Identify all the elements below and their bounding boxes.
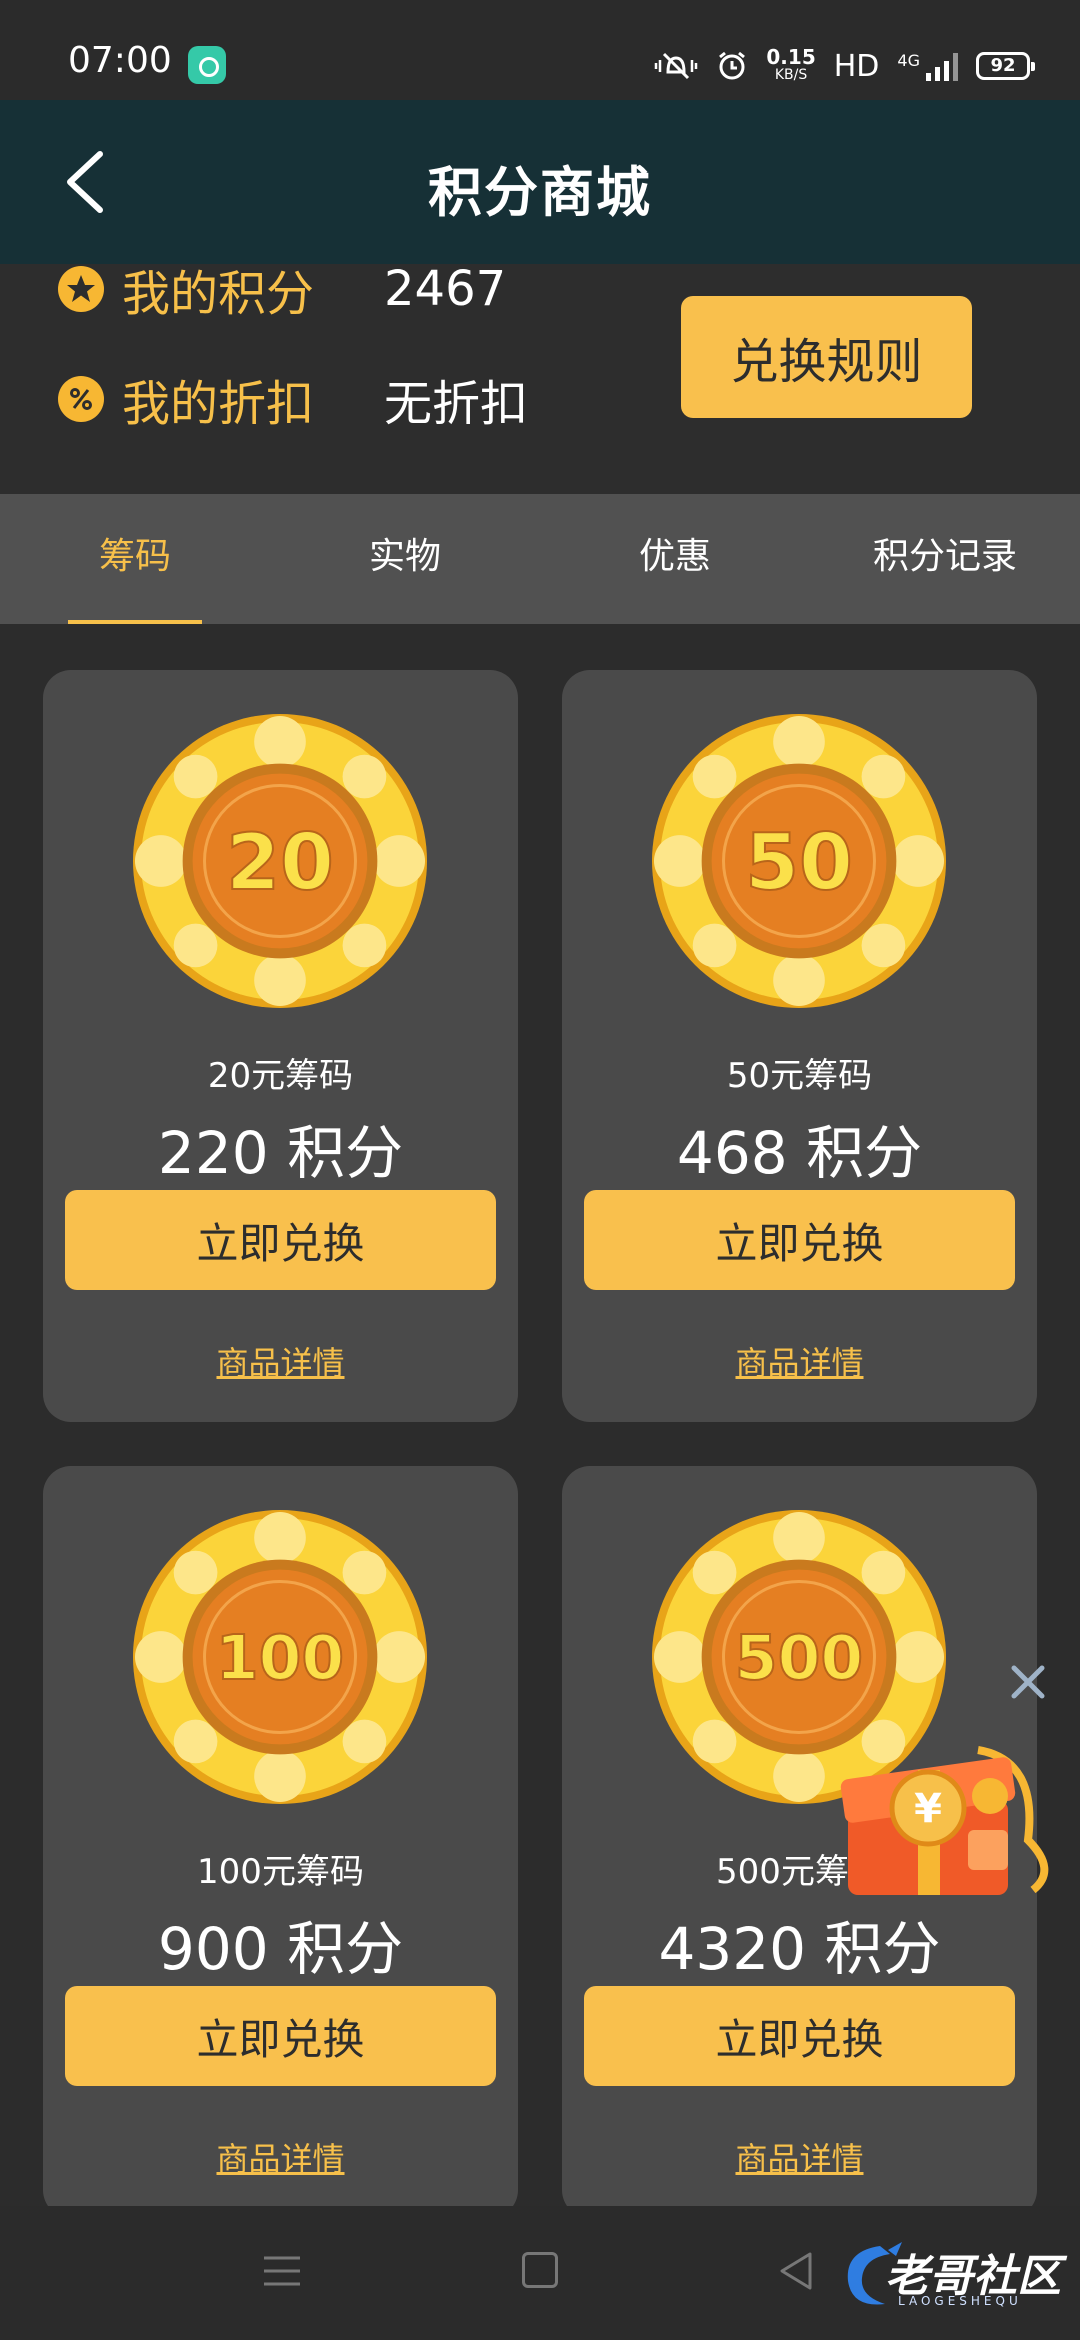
my-discount-value: 无折扣	[384, 376, 529, 432]
app-notification-icon	[188, 46, 226, 84]
tab-physical[interactable]: 实物	[270, 494, 540, 624]
star-icon	[58, 266, 104, 312]
network-speed-value: 0.15	[766, 45, 816, 69]
product-name: 50元筹码	[726, 1056, 873, 1096]
product-details-link[interactable]: 商品详情	[43, 2134, 518, 2180]
redeem-button[interactable]: 立即兑换	[584, 1190, 1015, 1290]
product-card: 50 50元筹码 468 积分 立即兑换 商品详情	[562, 670, 1037, 1422]
product-name: 100元筹码	[197, 1852, 364, 1892]
chip-value: 500	[735, 1622, 864, 1694]
points-summary: 我的积分 2467 我的折扣 无折扣 兑换规则	[0, 261, 1080, 494]
redeem-button[interactable]: 立即兑换	[584, 1986, 1015, 2086]
product-details-link[interactable]: 商品详情	[43, 1338, 518, 1384]
page-title: 积分商城	[428, 161, 652, 224]
my-discount-label: 我的折扣	[122, 376, 315, 432]
battery-icon: 92	[976, 52, 1035, 80]
chip-coin-icon: 50	[651, 713, 947, 1009]
product-price: 900 积分	[157, 1915, 404, 1983]
tab-chips[interactable]: 筹码	[0, 494, 270, 624]
my-points-row: 我的积分 2467	[58, 261, 507, 322]
menu-icon[interactable]	[262, 2254, 302, 2288]
category-tabs: 筹码 实物 优惠 积分记录	[0, 494, 1080, 624]
product-name: 20元筹码	[207, 1056, 354, 1096]
signal-icon: 4G	[897, 51, 958, 81]
watermark-subtext: LAOGESHEQU	[898, 2294, 1022, 2308]
chip-value: 50	[745, 818, 853, 908]
my-points-value: 2467	[384, 261, 507, 317]
my-points-label: 我的积分	[122, 266, 315, 322]
status-time: 07:00	[68, 40, 172, 81]
redeem-button[interactable]: 立即兑换	[65, 1986, 496, 2086]
alarm-icon	[719, 51, 746, 80]
home-icon[interactable]	[522, 2252, 558, 2288]
discount-badge-icon	[58, 376, 104, 422]
status-icons: 0.15 KB/S HD 4G 92	[654, 44, 1035, 88]
svg-text:¥: ¥	[914, 1786, 942, 1832]
status-bar: 07:00 0.15 KB/S HD 4G 92	[0, 0, 1080, 100]
exchange-rules-button[interactable]: 兑换规则	[681, 296, 972, 418]
gift-box-icon[interactable]: ¥	[828, 1690, 1058, 1910]
tab-coupons[interactable]: 优惠	[540, 494, 810, 624]
product-details-link[interactable]: 商品详情	[562, 1338, 1037, 1384]
my-discount-row: 我的折扣 无折扣	[58, 364, 528, 434]
hd-indicator: HD	[833, 48, 880, 84]
watermark-logo: 老哥社区 LAOGESHEQU	[840, 2236, 1072, 2316]
product-details-link[interactable]: 商品详情	[562, 2134, 1037, 2180]
product-price: 468 积分	[676, 1119, 923, 1187]
network-speed: 0.15 KB/S	[766, 45, 816, 84]
chip-value: 20	[226, 818, 334, 908]
app-header: 积分商城	[0, 100, 1080, 264]
product-card: 100 100元筹码 900 积分 立即兑换 商品详情	[43, 1466, 518, 2218]
product-price: 220 积分	[157, 1119, 404, 1187]
product-price: 4320 积分	[658, 1915, 941, 1983]
nav-back-icon[interactable]	[776, 2250, 816, 2292]
product-card: 20 20元筹码 220 积分 立即兑换 商品详情	[43, 670, 518, 1422]
tab-points-history[interactable]: 积分记录	[810, 494, 1080, 624]
network-type: 4G	[897, 51, 920, 70]
chip-coin-icon: 20	[132, 713, 428, 1009]
chip-coin-icon: 100	[132, 1509, 428, 1805]
chip-value: 100	[216, 1622, 345, 1694]
mute-vibrate-icon	[655, 52, 698, 80]
redeem-button[interactable]: 立即兑换	[65, 1190, 496, 1290]
